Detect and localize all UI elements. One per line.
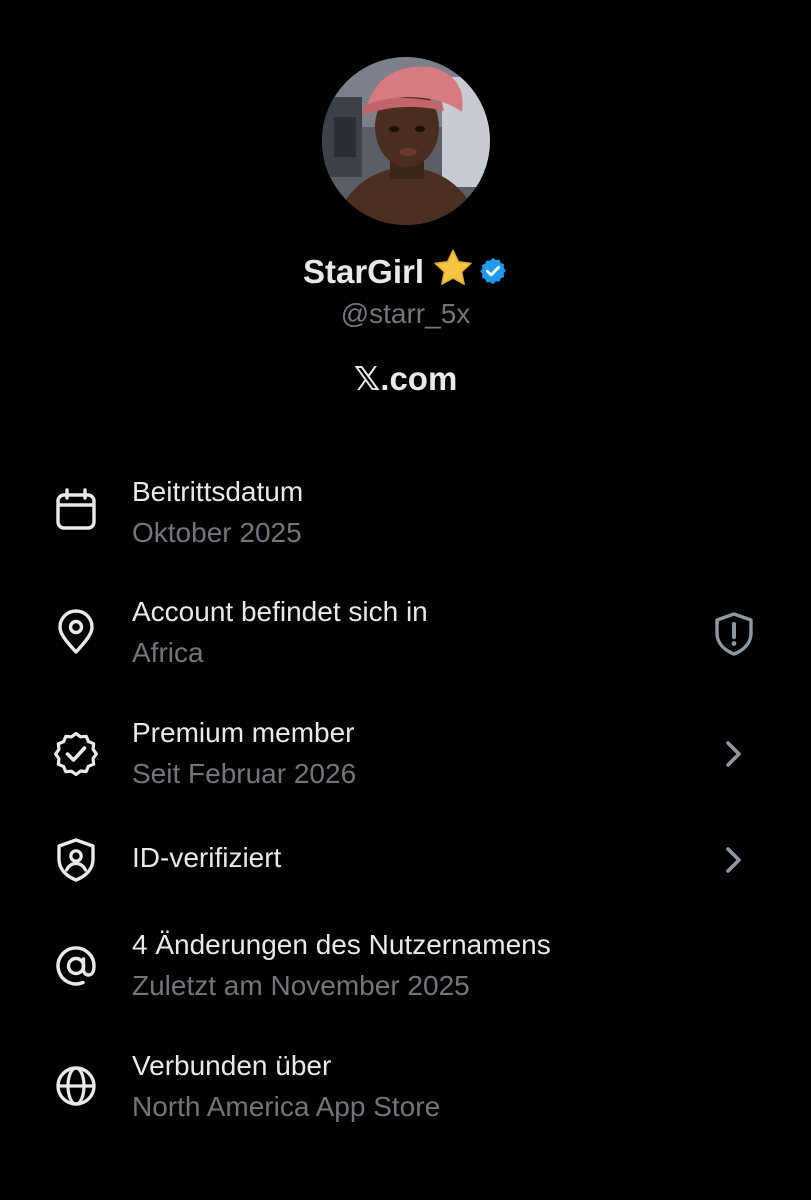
info-row-subtitle: Oktober 2025 (132, 517, 302, 548)
info-row-account-location: Account befindet sich in Africa (0, 592, 811, 682)
chevron-right-icon[interactable] (710, 836, 758, 884)
avatar-photo (322, 57, 490, 225)
info-row-premium[interactable]: Premium member Seit Februar 2026 (0, 713, 811, 803)
info-row-subtitle: Africa (132, 637, 204, 668)
verified-badge-icon[interactable] (478, 253, 508, 297)
info-row-username-changes: 4 Änderungen des Nutzernamens Zuletzt am… (0, 925, 811, 1015)
info-row-title: Premium member (132, 717, 355, 748)
shield-alert-icon[interactable] (710, 610, 758, 658)
info-row-title: 4 Änderungen des Nutzernamens (132, 929, 551, 960)
info-row-join-date: Beitrittsdatum Oktober 2025 (0, 472, 811, 562)
globe-icon (52, 1062, 100, 1110)
info-row-title: ID-verifiziert (132, 842, 282, 873)
info-row-subtitle: Seit Februar 2026 (132, 758, 357, 789)
site-label: 𝕏.com (353, 360, 458, 397)
verified-badge-outline-icon (52, 729, 100, 777)
display-name-row: StarGirl (0, 247, 811, 300)
id-shield-icon (52, 836, 100, 884)
info-row-connected-via: Verbunden über North America App Store (0, 1046, 811, 1136)
display-name: StarGirl (302, 253, 425, 290)
at-sign-icon (52, 942, 100, 990)
info-row-title: Verbunden über (132, 1050, 332, 1081)
star-emoji-icon (432, 247, 474, 300)
info-row-subtitle: North America App Store (132, 1091, 441, 1122)
info-row-title: Beitrittsdatum (132, 476, 304, 507)
location-pin-icon (52, 608, 100, 656)
chevron-right-icon[interactable] (710, 730, 758, 778)
user-handle: @starr_5x (340, 298, 471, 329)
info-row-subtitle: Zuletzt am November 2025 (132, 970, 470, 1001)
avatar[interactable] (322, 57, 490, 225)
info-row-title: Account befindet sich in (132, 596, 428, 627)
info-row-id-verified[interactable]: ID-verifiziert (0, 834, 811, 894)
calendar-icon (52, 486, 100, 534)
